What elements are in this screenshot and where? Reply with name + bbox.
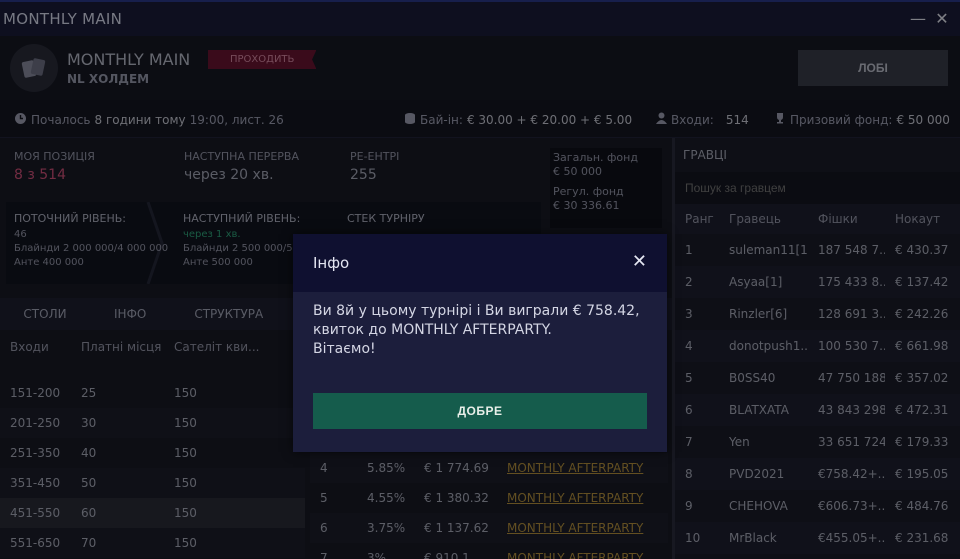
dialog-line-3: Вітаємо! (313, 341, 376, 357)
dialog-header: Інфо ✕ (293, 234, 667, 292)
ok-button[interactable]: ДОБРЕ (313, 393, 647, 429)
dialog-line-2: квиток до MONTHLY AFTERPARTY. (313, 322, 552, 338)
info-dialog: Інфо ✕ Ви 8й у цьому турнірі і Ви виграл… (293, 234, 667, 452)
close-icon[interactable]: ✕ (632, 251, 647, 272)
dialog-line-1: Ви 8й у цьому турнірі і Ви виграли € 758… (313, 303, 640, 319)
dialog-message: Ви 8й у цьому турнірі і Ви виграли € 758… (293, 292, 667, 359)
dialog-title: Інфо (313, 254, 350, 272)
